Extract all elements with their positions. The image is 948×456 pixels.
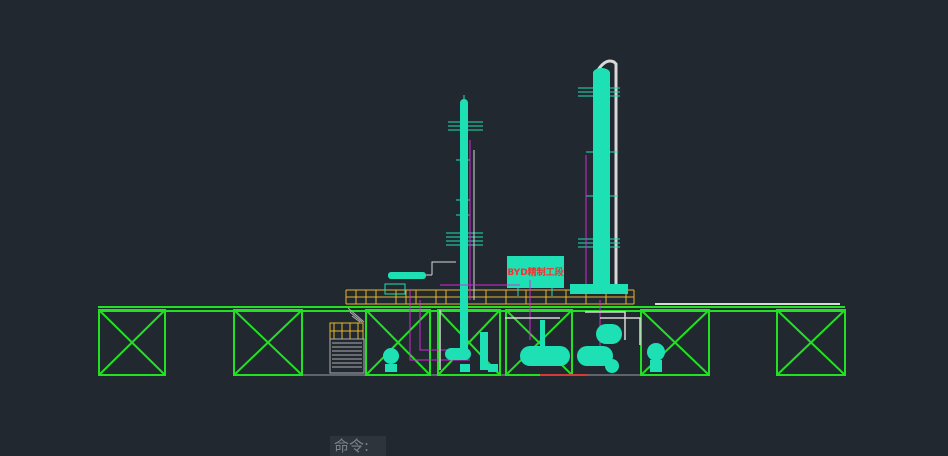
cad-drawing-canvas[interactable]: BYD精制工段: [0, 0, 948, 456]
reflux-drum: [384, 261, 456, 295]
stair: [329, 307, 365, 374]
command-prompt: 命令:: [334, 437, 370, 455]
signboard-label: BYD精制工段: [507, 266, 564, 278]
right-column: [570, 59, 628, 294]
pipe-rack: [98, 306, 846, 376]
operating-platform: [329, 289, 635, 340]
command-line[interactable]: 命令:: [330, 436, 386, 456]
left-column: [446, 95, 483, 358]
